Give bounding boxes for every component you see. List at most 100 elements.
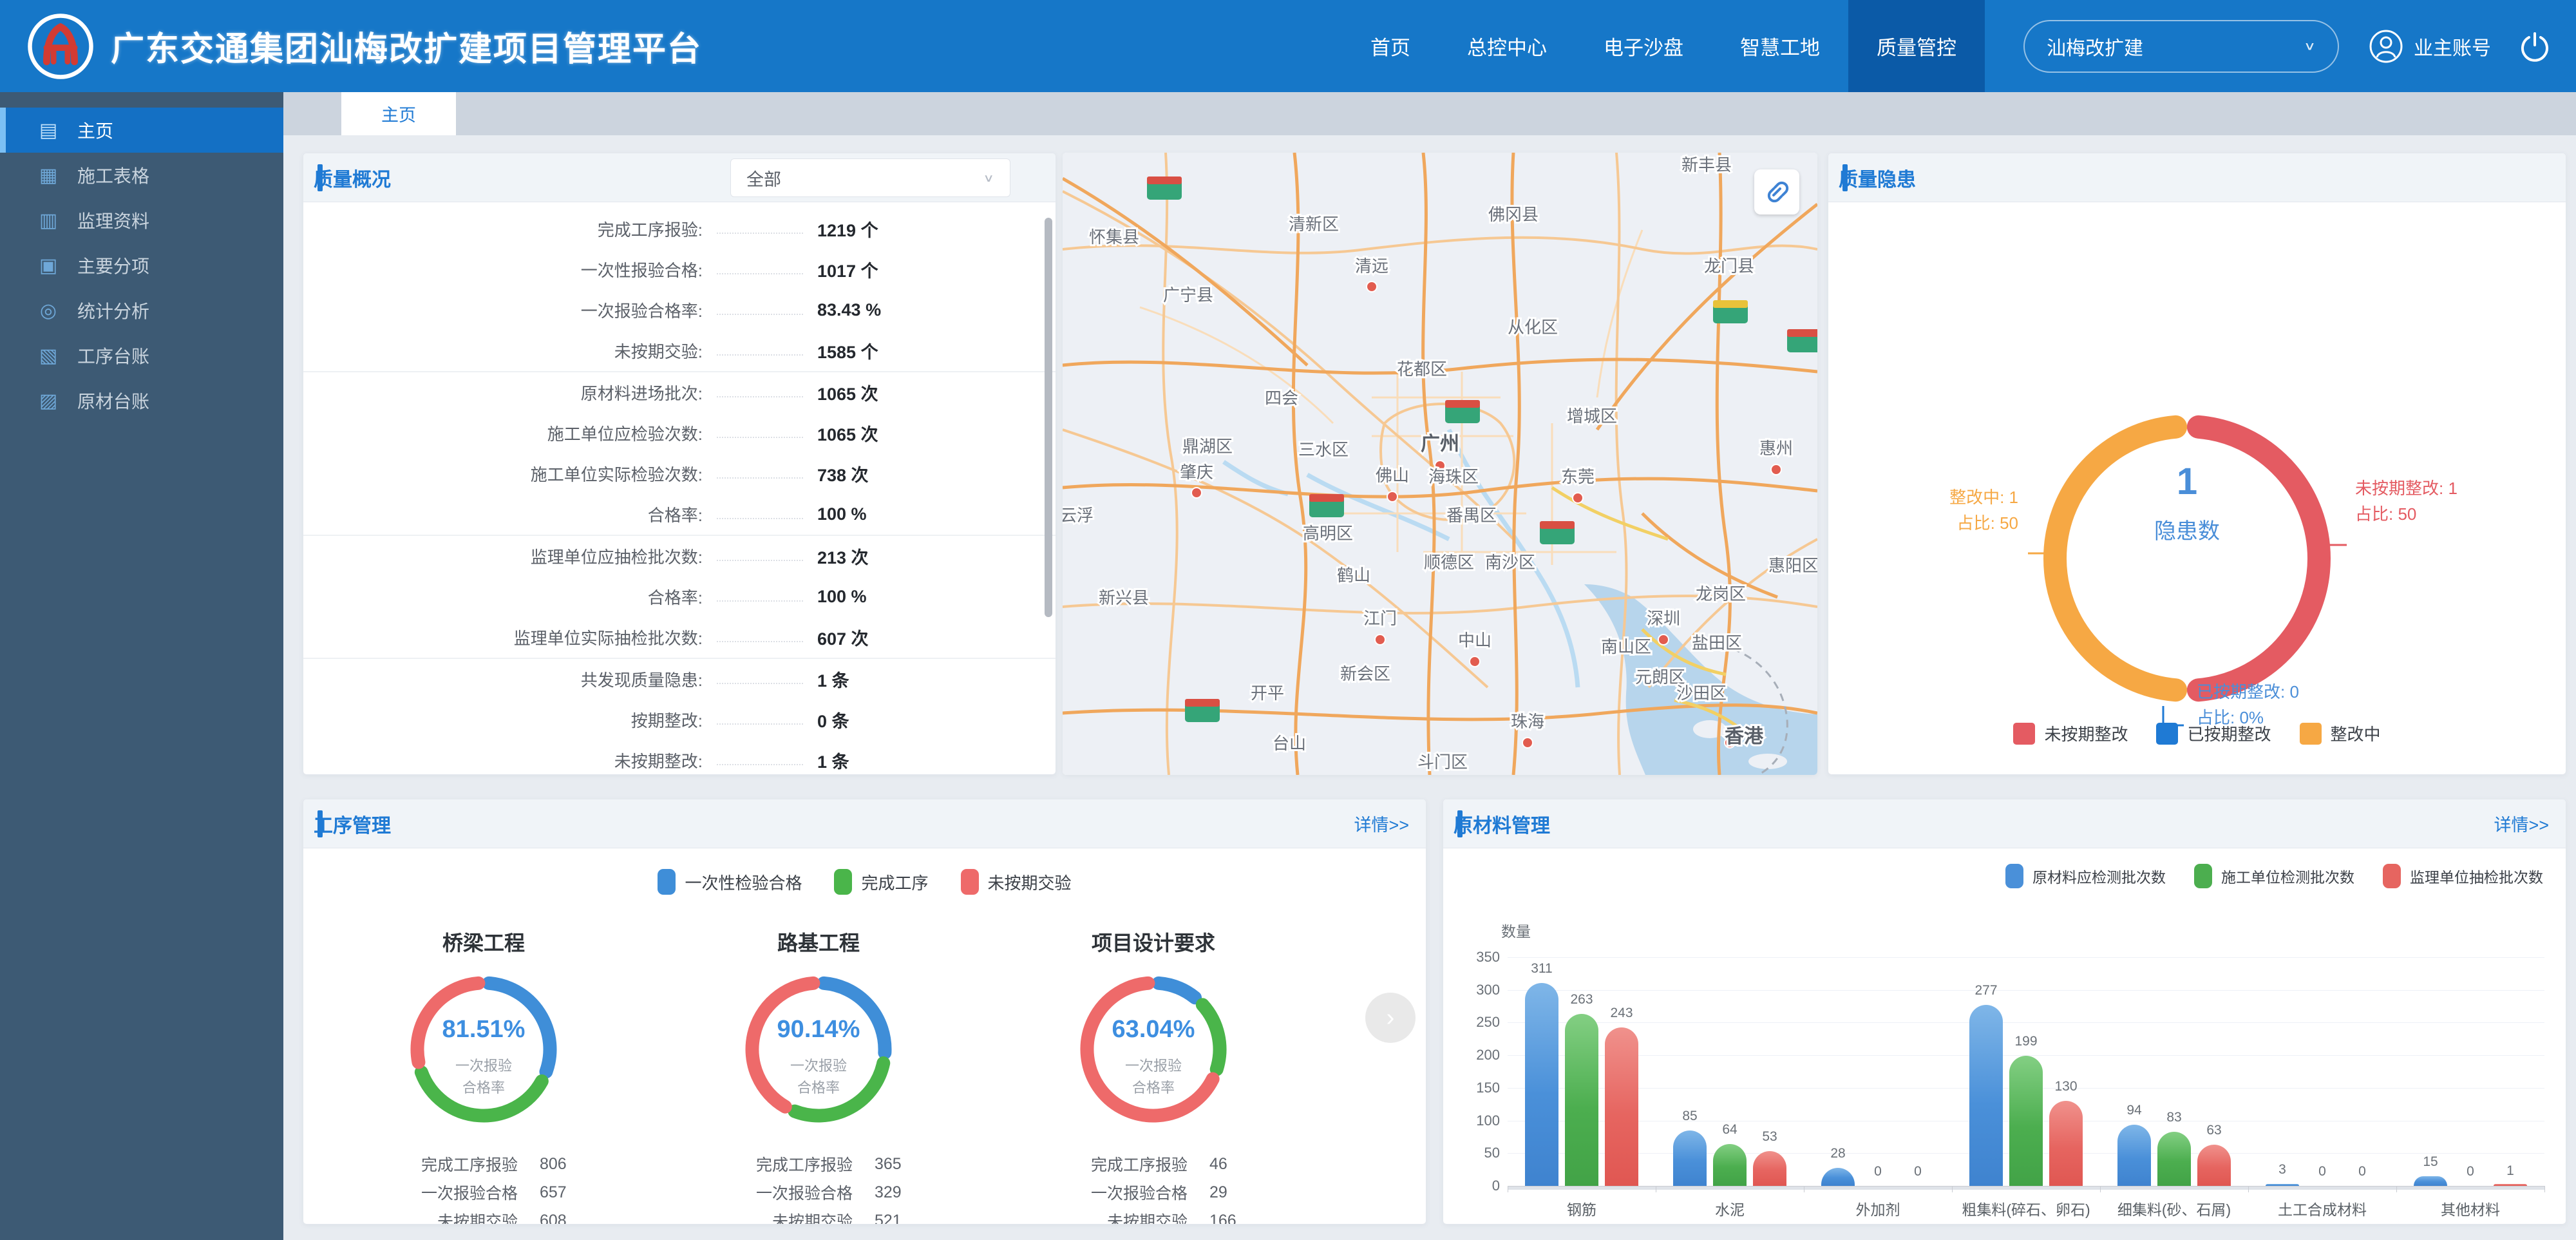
panel-title: 工序管理	[314, 810, 391, 838]
panel-title: 质量概况	[314, 164, 391, 192]
sidebar-item-原材台账[interactable]: ▨原材台账	[0, 378, 283, 423]
legend-item-完成工序[interactable]: 完成工序	[834, 869, 928, 895]
logout-power-icon[interactable]	[2518, 30, 2552, 63]
bar-施工单位检测批次数-粗集料(碎石、卵石)[interactable]	[2009, 1056, 2043, 1186]
nav-item-电子沙盘[interactable]: 电子沙盘	[1575, 0, 1712, 92]
donut-segment	[1159, 983, 1195, 997]
map-pin-icon[interactable]	[1771, 464, 1781, 475]
stat-row: 一次性报验合格:1017 个	[303, 249, 1056, 290]
map-label: 三水区	[1298, 440, 1349, 459]
map-label: 南沙区	[1485, 553, 1535, 572]
stat-row: 一次报验合格率:83.43 %	[303, 290, 1056, 330]
stat-row: 完成工序报验:1219 个	[303, 209, 1056, 249]
x-axis-category: 其他材料	[2396, 1197, 2544, 1219]
x-axis-category: 土工合成材料	[2248, 1197, 2396, 1219]
bar-施工单位检测批次数-水泥[interactable]	[1713, 1144, 1747, 1186]
legend-item-已按期整改[interactable]: 已按期整改	[2156, 721, 2271, 745]
scope-filter-select[interactable]: 全部 ∨	[730, 158, 1010, 197]
bar-value-label: 63	[2185, 1123, 2243, 1138]
map-panel[interactable]: 怀集县清新区佛冈县新丰县清远龙门县广宁县从化区花都区四会增城区广州三水区鼎湖区肇…	[1063, 153, 1817, 775]
stat-label: 共发现质量隐患:	[329, 667, 703, 691]
bar-监理单位抽检批次数-钢筋[interactable]	[1605, 1027, 1638, 1186]
bar-value-label: 0	[2333, 1164, 2391, 1179]
sidebar-item-主页[interactable]: ▤主页	[0, 108, 283, 153]
supervision-files-icon: ▥	[36, 209, 61, 232]
bar-value-label: 311	[1513, 961, 1571, 977]
bar-监理单位抽检批次数-水泥[interactable]	[1753, 1151, 1786, 1186]
y-axis-tick: 0	[1455, 1178, 1500, 1194]
main-items-icon: ▣	[36, 254, 61, 277]
bar-监理单位抽检批次数-其他材料[interactable]	[2494, 1184, 2527, 1186]
materials-bar-chart: 050100150200250300350钢筋311263243水泥856453…	[1443, 799, 2566, 1225]
scrollbar-thumb[interactable]	[1045, 218, 1052, 617]
bar-原材料应检测批次数-水泥[interactable]	[1673, 1130, 1707, 1186]
map-label: 龙门县	[1704, 256, 1754, 276]
highway-shield-icon	[1787, 329, 1817, 352]
map-label: 新丰县	[1681, 155, 1732, 175]
legend-swatch	[961, 869, 979, 895]
home-doc-icon: ▤	[36, 119, 61, 142]
tab-home[interactable]: 主页	[341, 92, 456, 135]
sidebar-item-施工表格[interactable]: ▦施工表格	[0, 153, 283, 198]
bar-原材料应检测批次数-土工合成材料[interactable]	[2266, 1184, 2299, 1186]
user-account[interactable]: 业主账号	[2369, 29, 2491, 64]
process-details-link[interactable]: 详情>>	[1354, 811, 1409, 836]
nav-item-质量管控[interactable]: 质量管控	[1848, 0, 1985, 92]
map-pin-icon[interactable]	[1375, 634, 1385, 645]
map-pin-icon[interactable]	[1522, 738, 1533, 748]
map-pin-icon[interactable]	[1658, 634, 1669, 645]
carousel-next-button[interactable]: ›	[1365, 993, 1416, 1043]
map-pin-icon[interactable]	[1387, 491, 1397, 502]
x-axis-category: 钢筋	[1508, 1197, 1656, 1219]
title-accent-bar	[1842, 164, 1848, 191]
bar-原材料应检测批次数-钢筋[interactable]	[1525, 983, 1558, 1186]
bar-施工单位检测批次数-细集料(砂、石屑)[interactable]	[2157, 1132, 2191, 1186]
map-pin-icon[interactable]	[1573, 493, 1583, 503]
top-nav: 首页总控中心电子沙盘智慧工地质量管控	[1342, 0, 1985, 92]
map-pin-icon[interactable]	[1191, 488, 1202, 498]
project-select[interactable]: 汕梅改扩建 ∨	[2023, 20, 2339, 73]
title-accent-bar	[317, 810, 323, 837]
map-pin-icon[interactable]	[1367, 281, 1377, 292]
map-label: 沙田区	[1676, 683, 1727, 703]
bar-value-label: 0	[1889, 1164, 1947, 1179]
y-axis-tick: 100	[1455, 1112, 1500, 1129]
map-expand-button[interactable]	[1754, 169, 1799, 215]
stat-row: 共发现质量隐患:1 条	[303, 659, 1056, 700]
stat-row: 未按期交验:1585 个	[303, 330, 1056, 371]
legend-item-一次性检验合格[interactable]: 一次性检验合格	[658, 869, 802, 895]
stat-row: 合格率:100 %	[303, 577, 1056, 617]
map-label: 南山区	[1601, 637, 1651, 656]
bar-原材料应检测批次数-粗集料(碎石、卵石)[interactable]	[1969, 1005, 2003, 1186]
legend-item-未按期交验[interactable]: 未按期交验	[961, 869, 1072, 895]
sidebar-item-主要分项[interactable]: ▣主要分项	[0, 243, 283, 288]
map-label: 鹤山	[1337, 566, 1370, 585]
legend-item-整改中[interactable]: 整改中	[2300, 721, 2381, 745]
map-label: 盐田区	[1692, 633, 1742, 653]
sidebar-item-统计分析[interactable]: ◎统计分析	[0, 288, 283, 333]
pass-rate-value: 90.14%	[735, 1016, 902, 1044]
chart-title: 项目设计要求	[986, 927, 1321, 957]
map-pin-icon[interactable]	[1470, 656, 1480, 667]
sidebar-item-工序台账[interactable]: ▧工序台账	[0, 333, 283, 378]
quality-stats-list: 完成工序报验:1219 个一次性报验合格:1017 个一次报验合格率:83.43…	[303, 202, 1056, 775]
y-axis-tick: 50	[1455, 1145, 1500, 1161]
bar-原材料应检测批次数-细集料(砂、石屑)[interactable]	[2117, 1125, 2151, 1186]
process-management-panel: 工序管理 详情>> 一次性检验合格完成工序未按期交验 桥梁工程81.51%一次报…	[303, 799, 1426, 1225]
bar-value-label: 1	[2481, 1163, 2539, 1179]
process-stat-row: 完成工序报验46	[986, 1150, 1321, 1178]
panel-title: 质量隐患	[1839, 164, 1916, 192]
chart-title: 路基工程	[651, 927, 986, 957]
sidebar-item-监理资料[interactable]: ▥监理资料	[0, 198, 283, 243]
nav-item-首页[interactable]: 首页	[1342, 0, 1439, 92]
bar-监理单位抽检批次数-细集料(砂、石屑)[interactable]	[2197, 1145, 2231, 1186]
legend-item-未按期整改[interactable]: 未按期整改	[2013, 721, 2128, 745]
map-label: 中山	[1458, 631, 1492, 650]
bar-监理单位抽检批次数-粗集料(碎石、卵石)[interactable]	[2049, 1101, 2083, 1186]
map-label: 海珠区	[1428, 467, 1479, 486]
nav-item-智慧工地[interactable]: 智慧工地	[1712, 0, 1848, 92]
nav-item-总控中心[interactable]: 总控中心	[1439, 0, 1575, 92]
stat-label: 按期整改:	[329, 708, 703, 732]
bar-施工单位检测批次数-钢筋[interactable]	[1565, 1014, 1598, 1186]
region-map[interactable]: 怀集县清新区佛冈县新丰县清远龙门县广宁县从化区花都区四会增城区广州三水区鼎湖区肇…	[1063, 153, 1817, 775]
